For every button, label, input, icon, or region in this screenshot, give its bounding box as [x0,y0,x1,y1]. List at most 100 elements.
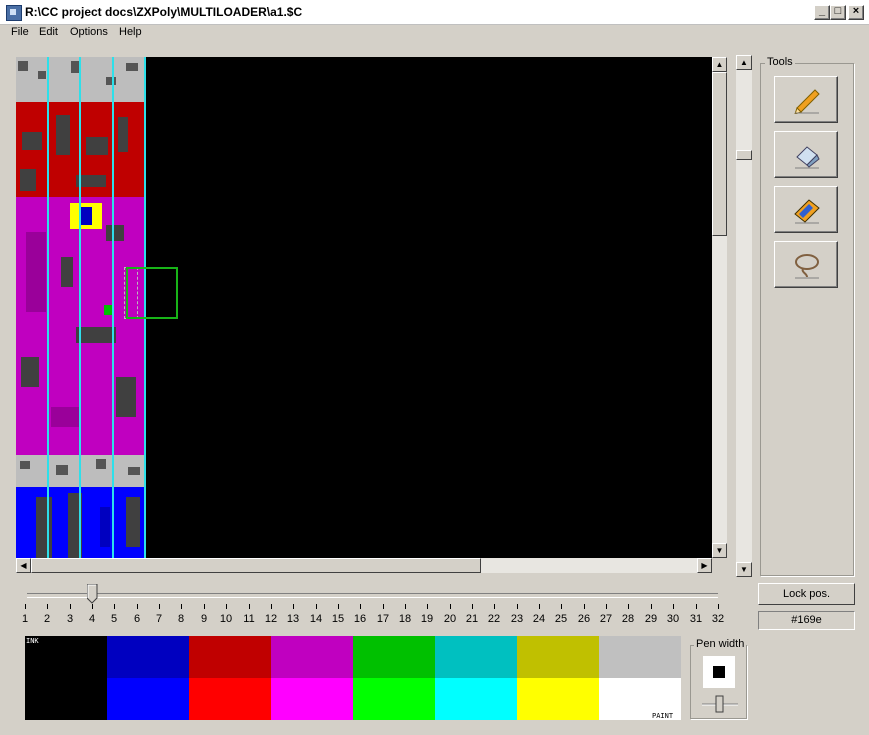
column-guide [79,57,81,558]
zoom-tick [204,604,205,609]
zoom-tick-label: 5 [110,613,118,625]
zoom-tick-label: 9 [200,613,208,625]
address-scroll-up-button[interactable]: ▲ [736,55,752,70]
vscroll-thumb[interactable] [712,72,727,236]
zoom-tick-label: 28 [621,613,635,625]
zoom-tick-label: 27 [599,613,613,625]
eraser-tool-button[interactable] [774,131,838,178]
zoom-tick [226,604,227,609]
normal-color-swatch[interactable] [353,636,435,678]
hscroll-thumb[interactable] [31,558,481,573]
zoom-tick [673,604,674,609]
cursor-box [126,267,178,319]
fill-tool-button[interactable] [774,186,838,233]
column-guide [112,57,114,558]
address-scroll-down-button[interactable]: ▼ [736,562,752,577]
zoom-tick [517,604,518,609]
zoom-tick-label: 10 [219,613,233,625]
zoom-slider-track[interactable] [27,593,718,598]
window-title: R:\CC project docs\ZXPoly\MULTILOADER\a1… [25,5,303,19]
zoom-slider-thumb[interactable] [87,584,98,604]
bright-color-swatch[interactable] [435,678,517,720]
zoom-tick-label: 20 [443,613,457,625]
zoom-tick-label: 21 [465,613,479,625]
normal-color-swatch[interactable] [271,636,353,678]
zoom-tick-label: 17 [376,613,390,625]
zoom-tick-label: 30 [666,613,680,625]
address-scrollbar[interactable] [736,55,752,577]
zoom-tick-label: 7 [155,613,163,625]
zoom-tick [181,604,182,609]
zoom-tick-label: 12 [264,613,278,625]
zoom-tick-label: 22 [487,613,501,625]
zoom-tick [293,604,294,609]
maximize-icon: □ [834,5,842,17]
zoom-tick [696,604,697,609]
zoom-tick [159,604,160,609]
normal-color-swatch[interactable] [517,636,599,678]
zoom-tick-label: 19 [420,613,434,625]
zoom-tick [25,604,26,609]
zoom-tick [472,604,473,609]
zoom-tick [137,604,138,609]
normal-color-swatch[interactable] [189,636,271,678]
zoom-tick-label: 16 [353,613,367,625]
close-icon: × [852,5,860,17]
bright-color-swatch[interactable] [353,678,435,720]
zoom-tick-label: 24 [532,613,546,625]
zoom-tick [70,604,71,609]
zoom-tick-label: 11 [243,613,255,625]
close-button[interactable]: × [848,5,864,20]
scroll-up-button[interactable]: ▲ [712,57,727,72]
color-palette[interactable] [25,636,681,720]
menu-bar: File Edit Options Help [0,24,869,42]
zoom-tick [450,604,451,609]
menu-options[interactable]: Options [70,26,108,38]
minimize-button[interactable]: _ [814,5,830,20]
zoom-tick-label: 1 [21,613,29,625]
normal-color-swatch[interactable] [435,636,517,678]
zoom-tick [47,604,48,609]
zoom-tick-label: 4 [88,613,96,625]
normal-color-swatch[interactable] [599,636,681,678]
zoom-tick [494,604,495,609]
minimize-icon: _ [818,5,826,17]
zoom-tick-label: 25 [554,613,568,625]
ink-indicator: INK [26,637,39,645]
zoom-tick-label: 13 [286,613,300,625]
zoom-tick-label: 32 [711,613,725,625]
menu-edit[interactable]: Edit [39,26,58,38]
address-scroll-thumb[interactable] [736,150,752,160]
menu-help[interactable]: Help [119,26,142,38]
zoom-tick-label: 2 [43,613,51,625]
zoom-tick [271,604,272,609]
zoom-tick [628,604,629,609]
scroll-right-button[interactable]: ▶ [697,558,712,573]
bright-color-swatch[interactable] [517,678,599,720]
bright-color-swatch[interactable] [25,678,107,720]
bright-color-swatch[interactable] [107,678,189,720]
sprite-editor-canvas[interactable] [16,57,712,558]
zoom-tick-label: 3 [66,613,74,625]
zoom-tick-label: 6 [133,613,141,625]
lock-pos-button[interactable]: Lock pos. [758,583,855,605]
scroll-left-button[interactable]: ◀ [16,558,31,573]
maximize-button[interactable]: □ [830,5,846,20]
normal-color-swatch[interactable] [107,636,189,678]
eraser-icon [795,146,820,169]
pen-width-slider[interactable] [700,694,740,714]
lasso-tool-button[interactable] [774,241,838,288]
zoom-tick [383,604,384,609]
pen-width-preview [703,656,735,688]
menu-file[interactable]: File [11,26,29,38]
pencil-tool-button[interactable] [774,76,838,123]
zoom-tick [561,604,562,609]
zoom-tick [606,604,607,609]
pen-width-label: Pen width [694,638,747,650]
bright-color-swatch[interactable] [271,678,353,720]
zoom-tick-label: 14 [309,613,323,625]
zoom-tick [360,604,361,609]
bright-color-swatch[interactable] [189,678,271,720]
paint-indicator: PAINT [652,712,674,720]
scroll-down-button[interactable]: ▼ [712,543,727,558]
